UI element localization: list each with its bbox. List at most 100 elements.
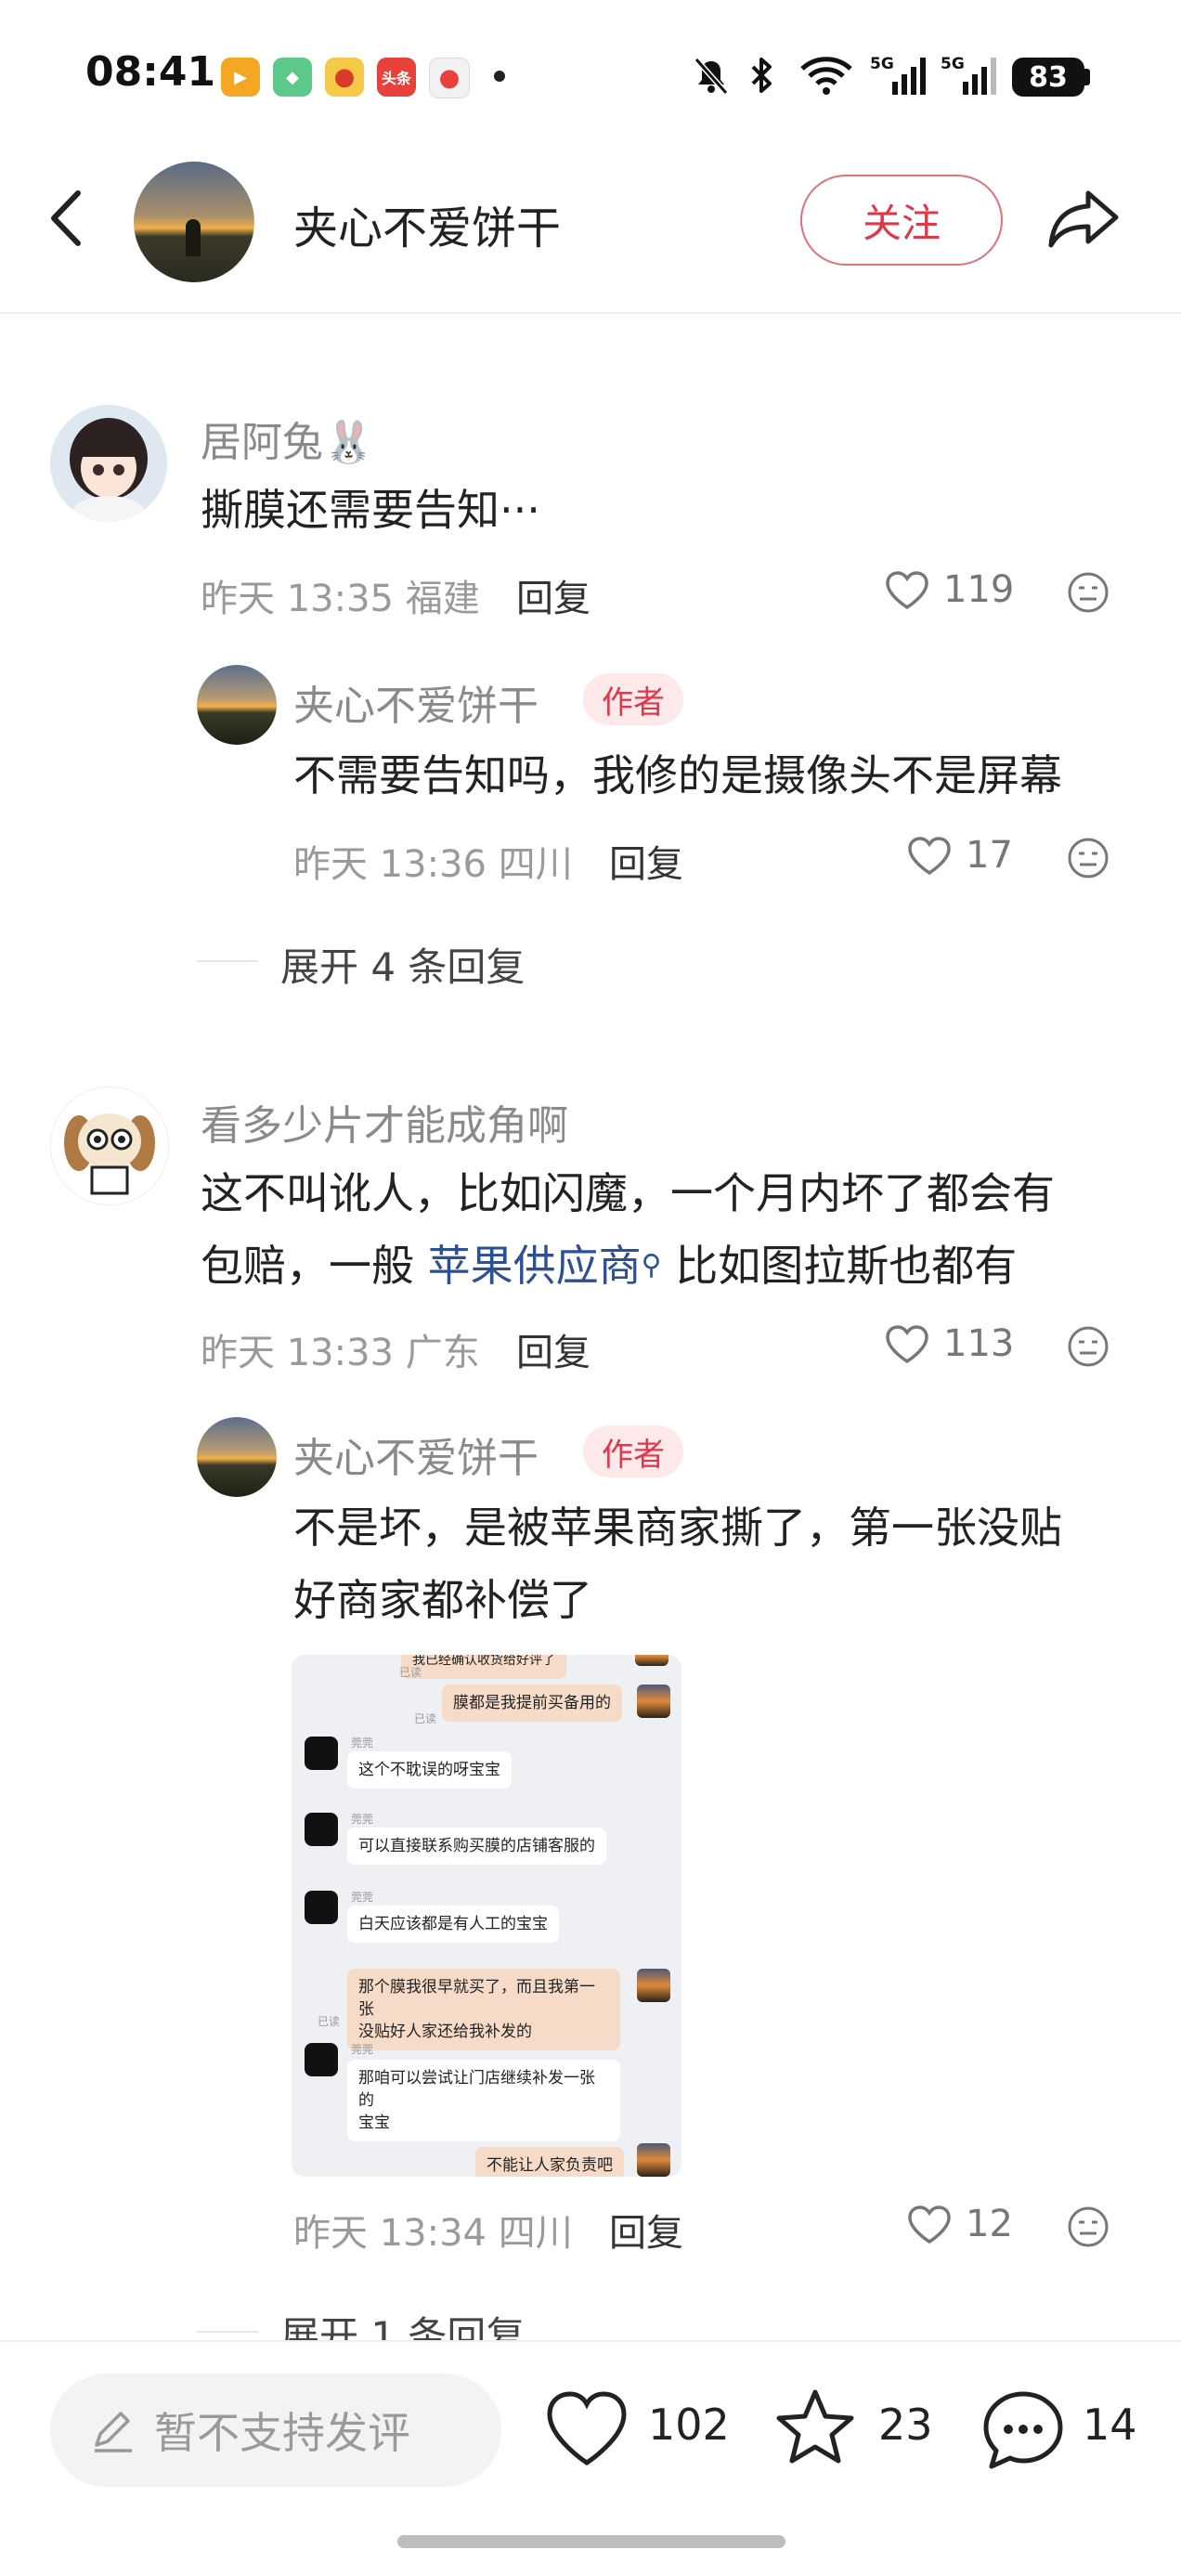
reply-author-avatar[interactable]	[197, 665, 277, 745]
search-icon[interactable]: ⚲	[642, 1249, 662, 1281]
reply-button[interactable]: 回复	[609, 834, 683, 888]
pencil-icon	[95, 2412, 132, 2452]
bluetooth-icon	[745, 54, 778, 97]
follow-button[interactable]: 关注	[800, 175, 1003, 266]
svg-text:5G: 5G	[870, 55, 894, 73]
expand-replies-button[interactable]: 展开 4 条回复	[280, 936, 525, 993]
mute-icon	[691, 54, 732, 97]
chat-sender: 莞莞	[351, 1813, 374, 1826]
reply-text[interactable]: 不需要告知吗，我修的是摄像头不是屏幕	[293, 739, 1062, 812]
reply-text-line1[interactable]: 不是坏，是被苹果商家撕了，第一张没贴	[293, 1491, 1062, 1564]
like-count: 12	[966, 2203, 1013, 2245]
back-button[interactable]	[45, 186, 91, 251]
post-comment-count: 14	[1083, 2400, 1137, 2450]
wifi-icon	[798, 54, 854, 97]
chat-bubble-self: 那个膜我很早就买了，而且我第一张 没贴好人家还给我补发的	[347, 1969, 620, 2050]
dislike-button[interactable]	[1066, 1324, 1110, 1373]
comment-input[interactable]: 暂不支持发评	[50, 2374, 501, 2487]
heart-icon	[547, 2391, 627, 2465]
battery-tip	[1084, 69, 1090, 85]
share-icon	[1048, 190, 1119, 248]
dislike-button[interactable]	[1066, 570, 1110, 618]
meh-face-icon	[1068, 572, 1109, 613]
dislike-button[interactable]	[1066, 836, 1110, 884]
reply-meta: 昨天 13:36 四川	[293, 843, 573, 886]
commenter-avatar[interactable]	[50, 1086, 169, 1205]
chat-bubble-other: 这个不耽误的呀宝宝	[347, 1751, 512, 1789]
chat-bubble-self: 不能让人家负责吧	[475, 2147, 624, 2177]
signal-5g-icon-2: 5G	[940, 54, 999, 97]
post-collect-count: 23	[878, 2400, 933, 2450]
home-indicator[interactable]	[397, 2535, 785, 2548]
search-link[interactable]: 苹果供应商	[428, 1241, 642, 1291]
comment-text-line2[interactable]: 包赔，一般 苹果供应商⚲ 比如图拉斯也都有	[201, 1229, 1017, 1302]
chat-bubble-self: 膜都是我提前买备用的	[442, 1685, 622, 1722]
chevron-left-icon	[51, 190, 81, 246]
comment-text-segment: 比如图拉斯也都有	[661, 1241, 1018, 1291]
chat-bubble-other: 那咱可以尝试让门店继续补发一张的 宝宝	[347, 2060, 620, 2141]
chat-line: 那个膜我很早就买了，而且我第一张	[358, 1978, 595, 2019]
comment-text[interactable]: 撕膜还需要告知···	[201, 474, 540, 546]
post-collect-button[interactable]	[772, 2387, 858, 2474]
dislike-button[interactable]	[1066, 2205, 1110, 2253]
chat-bubble-other: 可以直接联系购买膜的店铺客服的	[347, 1828, 606, 1865]
apple-logo-icon	[305, 1813, 338, 1846]
weibo-app-icon: ●	[325, 58, 364, 97]
toutiao-app-icon: 头条	[377, 58, 416, 97]
chat-avatar-self	[637, 1969, 670, 2002]
chat-sender: 莞莞	[351, 2043, 374, 2056]
share-button[interactable]	[1047, 186, 1122, 251]
author-avatar[interactable]	[134, 162, 254, 282]
commenter-name[interactable]: 居阿兔🐰	[201, 409, 374, 468]
apple-logo-icon	[305, 1737, 338, 1770]
chat-line: 宝宝	[358, 2114, 390, 2132]
author-tag: 作者	[583, 673, 683, 725]
chat-avatar-self	[635, 1655, 668, 1666]
meh-face-icon	[1068, 2206, 1109, 2247]
author-tag: 作者	[583, 1425, 683, 1477]
meh-face-icon	[1068, 838, 1109, 878]
apple-logo-icon	[305, 1891, 338, 1924]
read-label: 已读	[414, 1712, 437, 1725]
reply-author-name[interactable]: 夹心不爱饼干	[293, 1425, 539, 1484]
like-button[interactable]	[906, 836, 953, 880]
like-button[interactable]	[906, 2205, 953, 2249]
like-button[interactable]	[884, 1324, 930, 1369]
chat-sender: 莞莞	[351, 1737, 374, 1750]
comment-meta: 昨天 13:33 广东	[201, 1332, 480, 1374]
reply-button[interactable]: 回复	[516, 568, 590, 622]
read-label: 已读	[318, 2015, 341, 2028]
chat-line: 没贴好人家还给我补发的	[358, 2023, 532, 2041]
chat-screenshot-image[interactable]: 我已经确认收货给好评了 已读 已读 膜都是我提前买备用的 莞莞 这个不耽误的呀宝…	[292, 1655, 681, 2177]
like-button[interactable]	[884, 570, 930, 615]
star-icon	[776, 2389, 854, 2464]
commenter-avatar[interactable]	[50, 405, 167, 522]
apple-logo-icon	[305, 2043, 338, 2076]
reply-author-avatar[interactable]	[197, 1417, 277, 1497]
comment-meta: 昨天 13:35 福建	[201, 578, 480, 620]
reply-button[interactable]: 回复	[609, 2203, 683, 2257]
expand-divider	[197, 960, 258, 962]
like-count: 119	[943, 568, 1015, 611]
comment-text-segment: 包赔，一般	[201, 1241, 428, 1291]
reply-author-name[interactable]: 夹心不爱饼干	[293, 672, 539, 732]
reply-button[interactable]: 回复	[516, 1322, 590, 1376]
post-like-button[interactable]	[544, 2388, 629, 2472]
svg-text:5G: 5G	[941, 55, 965, 73]
comment-bubble-icon	[983, 2391, 1063, 2469]
like-count: 17	[966, 834, 1013, 877]
reply-text-line2[interactable]: 好商家都补偿了	[293, 1564, 592, 1636]
meh-face-icon	[1068, 1326, 1109, 1367]
chat-line: 那咱可以尝试让门店继续补发一张的	[358, 2069, 595, 2110]
comment-text-line1[interactable]: 这不叫讹人，比如闪魔，一个月内坏了都会有	[201, 1157, 1055, 1229]
read-label: 已读	[399, 1666, 422, 1679]
shield-app-icon: ◆	[273, 58, 312, 97]
expand-divider	[197, 2331, 258, 2333]
reply-meta: 昨天 13:34 四川	[293, 2212, 573, 2255]
like-count: 113	[943, 1322, 1015, 1365]
chat-bubble-other: 白天应该都是有人工的宝宝	[347, 1906, 559, 1943]
commenter-name[interactable]: 看多少片才能成角啊	[201, 1092, 568, 1151]
more-notifications-dot	[494, 71, 505, 82]
author-name[interactable]: 夹心不爱饼干	[293, 191, 561, 256]
post-comment-button[interactable]	[980, 2388, 1066, 2476]
